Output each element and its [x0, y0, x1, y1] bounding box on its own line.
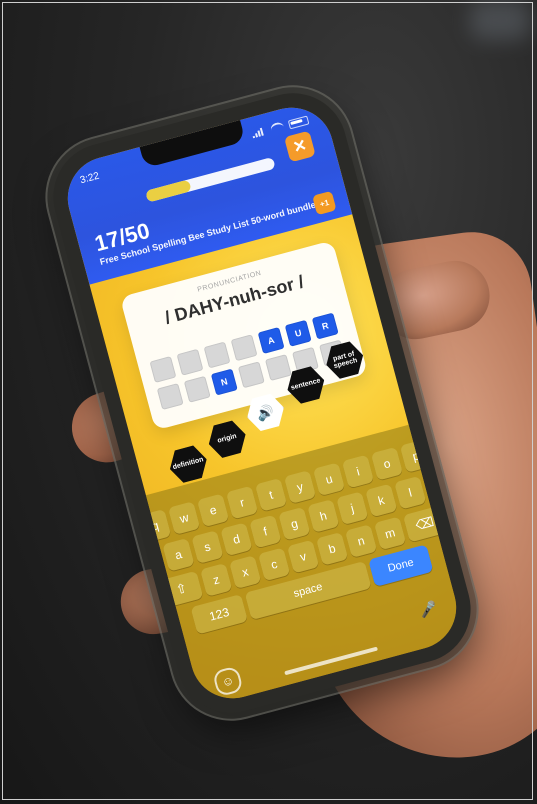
letter-tile: [176, 348, 204, 376]
key-a[interactable]: a: [162, 537, 195, 572]
signal-icon: [251, 127, 267, 139]
key-t[interactable]: t: [254, 477, 288, 512]
letter-tile: [230, 334, 258, 362]
microphone-icon: 🎤: [417, 599, 439, 619]
key-j[interactable]: j: [336, 491, 369, 526]
emoji-button[interactable]: ☺: [211, 665, 244, 698]
sentence-label: sentence: [290, 377, 322, 393]
bonus-badge: +1: [312, 190, 337, 216]
background-light-blur: [470, 0, 530, 40]
key-y[interactable]: y: [283, 470, 317, 504]
letter-tile: [156, 383, 184, 411]
origin-label: origin: [216, 433, 238, 445]
key-h[interactable]: h: [307, 499, 340, 533]
keyboard-keys: q w e r t y u i o p a s d f g h j k l ⇧ …: [138, 439, 447, 672]
key-g[interactable]: g: [278, 506, 311, 541]
letter-tile: N: [210, 368, 238, 396]
key-r[interactable]: r: [225, 485, 259, 520]
numbers-key[interactable]: 123: [190, 594, 248, 635]
letter-tile: [149, 356, 177, 383]
smartphone: 3:22 ✕ 17/50 Free School Spelling Bee St…: [31, 71, 493, 735]
status-time: 3:22: [78, 170, 101, 186]
definition-label: definition: [172, 456, 205, 472]
key-u[interactable]: u: [312, 462, 346, 497]
letter-tile: [183, 375, 211, 403]
close-icon: ✕: [291, 136, 309, 157]
delete-icon: ⌫: [413, 513, 436, 534]
key-w[interactable]: w: [167, 501, 201, 535]
word-card: PRONUNCIATION / DAHY-nuh-sor / A U R N: [119, 240, 368, 431]
key-s[interactable]: s: [191, 530, 224, 564]
key-f[interactable]: f: [249, 514, 282, 549]
letter-tile: [264, 354, 292, 382]
origin-option[interactable]: origin: [204, 416, 251, 463]
speaker-icon: 🔊: [255, 402, 277, 423]
letter-tile: [203, 341, 231, 369]
key-n[interactable]: n: [344, 524, 378, 558]
key-o[interactable]: o: [370, 446, 404, 481]
battery-icon: [287, 115, 310, 129]
key-z[interactable]: z: [200, 562, 233, 597]
letter-tile: U: [284, 319, 312, 347]
progress-fill: [145, 179, 192, 203]
key-l[interactable]: l: [394, 475, 427, 510]
shift-icon: ⇧: [174, 580, 189, 598]
key-e[interactable]: e: [196, 493, 230, 528]
key-i[interactable]: i: [341, 454, 375, 489]
letter-tile: A: [257, 327, 285, 354]
close-button[interactable]: ✕: [283, 130, 316, 163]
key-m[interactable]: m: [373, 516, 407, 551]
key-x[interactable]: x: [229, 555, 262, 589]
key-d[interactable]: d: [220, 522, 253, 557]
key-c[interactable]: c: [257, 547, 291, 582]
letter-tile: R: [311, 312, 339, 340]
wifi-icon: [269, 120, 286, 135]
key-v[interactable]: v: [286, 539, 320, 574]
key-b[interactable]: b: [315, 531, 349, 566]
letter-tile: [237, 361, 265, 389]
emoji-icon: ☺: [220, 672, 236, 690]
photo-background: 3:22 ✕ 17/50 Free School Spelling Bee St…: [0, 0, 537, 804]
part-of-speech-label: part of speech: [332, 350, 359, 371]
key-k[interactable]: k: [365, 483, 398, 518]
